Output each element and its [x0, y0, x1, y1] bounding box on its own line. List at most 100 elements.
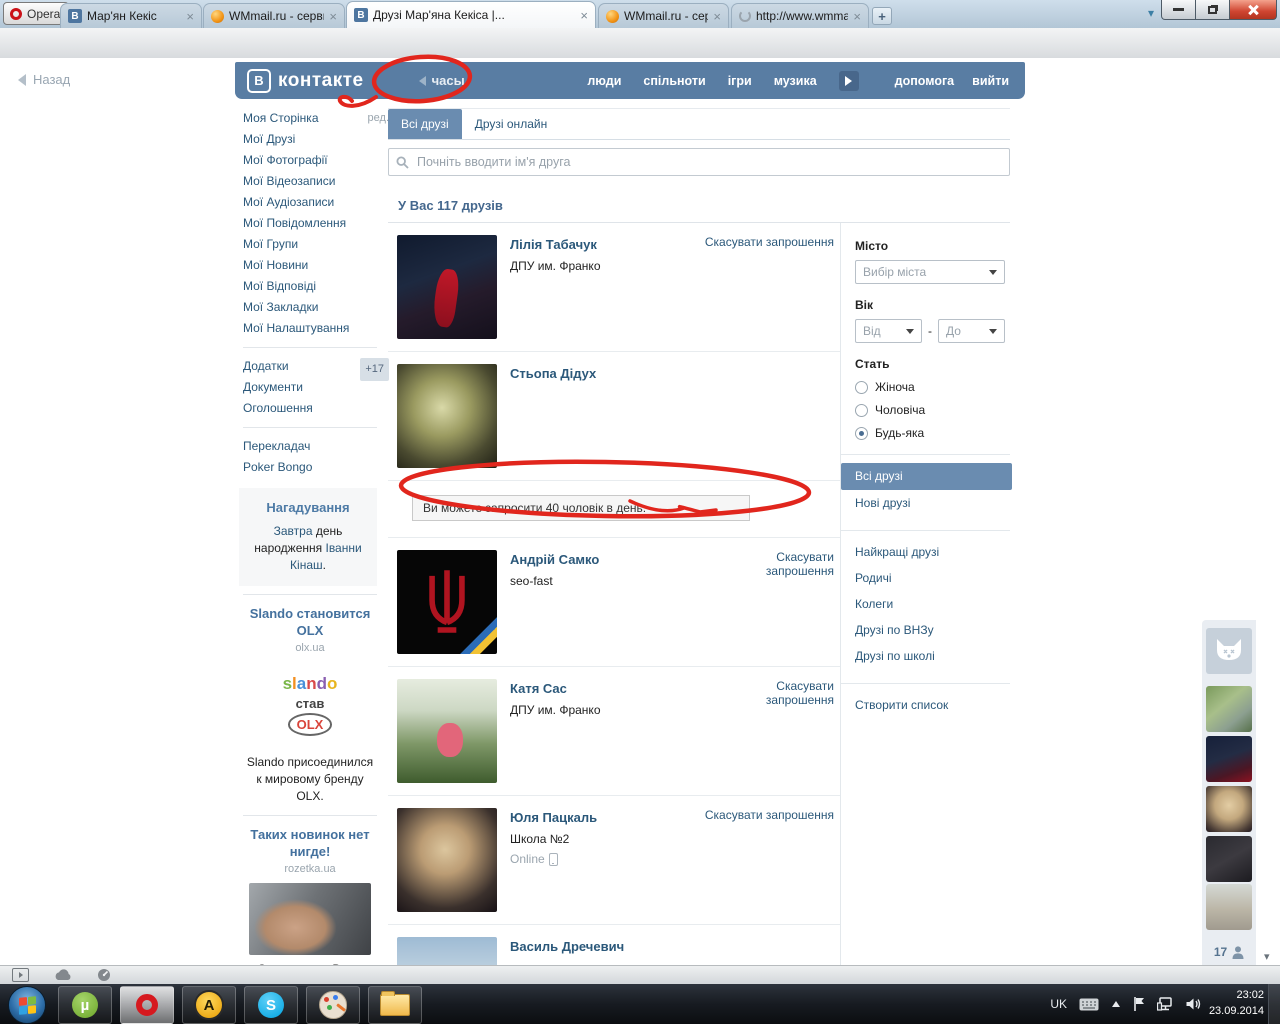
keyboard-icon[interactable]	[1079, 998, 1099, 1011]
friend-name-link[interactable]: Стьопа Дідух	[510, 366, 596, 381]
ad-rozetka[interactable]: Таких новинок нет нигде! rozetka.ua Они …	[243, 826, 377, 965]
list-relatives[interactable]: Родичі	[855, 565, 1010, 591]
friend-name-link[interactable]: Юля Пацкаль	[510, 810, 597, 825]
browser-tab-1[interactable]: B Мар'ян Кекіс ×	[60, 3, 202, 28]
list-school-friends[interactable]: Друзі по школі	[855, 643, 1010, 669]
taskbar-explorer[interactable]	[368, 986, 422, 1024]
nav-games[interactable]: ігри	[728, 74, 752, 88]
menu-my-audio[interactable]: Мої Аудіозаписи	[243, 192, 377, 213]
hidden-icons-arrow[interactable]	[1111, 1000, 1121, 1008]
nav-music[interactable]: музика	[774, 74, 817, 88]
taskbar-paint[interactable]	[306, 986, 360, 1024]
edit-link[interactable]: ред.	[368, 108, 389, 129]
taskbar-aimp[interactable]: A	[182, 986, 236, 1024]
reminder-tomorrow-link[interactable]: Завтра	[274, 524, 313, 538]
ad-title[interactable]: Slando становится OLX	[243, 605, 377, 639]
close-button[interactable]	[1229, 0, 1277, 20]
list-colleagues[interactable]: Колеги	[855, 591, 1010, 617]
taskbar-clock[interactable]: 23:02 23.09.2014	[1209, 987, 1264, 1019]
vk-logo[interactable]: В контакте	[247, 68, 364, 93]
friend-photo[interactable]	[397, 808, 497, 912]
friend-search-box[interactable]	[388, 148, 1010, 176]
radio-icon[interactable]	[855, 380, 868, 394]
gender-option-any[interactable]: Будь-яка	[855, 426, 1010, 440]
online-friend-thumb[interactable]	[1206, 736, 1252, 782]
list-best-friends[interactable]: Найкращі друзі	[855, 539, 1010, 565]
friend-name-link[interactable]: Андрій Самко	[510, 552, 599, 567]
create-list-link[interactable]: Створити список	[855, 692, 1010, 718]
header-back-item[interactable]: часы	[418, 73, 465, 88]
friend-photo[interactable]	[397, 937, 497, 965]
action-center-flag-icon[interactable]	[1133, 997, 1145, 1011]
minimize-button[interactable]	[1161, 0, 1196, 20]
friend-photo[interactable]	[397, 364, 497, 468]
age-from-select[interactable]: Від	[855, 319, 922, 343]
menu-my-friends[interactable]: Мої Друзі	[243, 129, 377, 150]
menu-my-messages[interactable]: Мої Повідомлення	[243, 213, 377, 234]
tab-close-icon[interactable]: ×	[329, 10, 337, 23]
taskbar-skype[interactable]: S	[244, 986, 298, 1024]
taskbar-utorrent[interactable]: µ	[58, 986, 112, 1024]
nav-more-button[interactable]	[838, 70, 859, 91]
gender-option-male[interactable]: Чоловіча	[855, 403, 1010, 417]
nav-people[interactable]: люди	[587, 74, 621, 88]
menu-my-settings[interactable]: Мої Налаштування	[243, 318, 377, 339]
volume-icon[interactable]	[1186, 997, 1202, 1011]
city-select[interactable]: Вибір міста	[855, 260, 1005, 284]
online-friend-thumb[interactable]	[1206, 836, 1252, 882]
menu-my-photos[interactable]: Мої Фотографії	[243, 150, 377, 171]
list-university-friends[interactable]: Друзі по ВНЗу	[855, 617, 1010, 643]
vk-dog-placeholder[interactable]	[1206, 628, 1252, 674]
list-new-friends[interactable]: Нові друзі	[855, 490, 1010, 516]
cancel-invite-link[interactable]: Скасувати запрошення	[748, 679, 834, 707]
ad-title[interactable]: Таких новинок нет нигде!	[243, 826, 377, 860]
new-tab-button[interactable]: +	[872, 7, 892, 25]
online-friend-thumb[interactable]	[1206, 686, 1252, 732]
menu-my-page[interactable]: Моя Сторінка ред.	[243, 108, 389, 129]
menu-documents[interactable]: Документи	[243, 377, 377, 398]
nav-logout[interactable]: вийти	[972, 74, 1009, 88]
menu-my-news[interactable]: Мої Новини	[243, 255, 377, 276]
nav-help[interactable]: допомога	[895, 74, 954, 88]
menu-my-groups[interactable]: Мої Групи	[243, 234, 377, 255]
friend-name-link[interactable]: Катя Сас	[510, 681, 567, 696]
tab-close-icon[interactable]: ×	[580, 9, 588, 22]
start-button[interactable]	[8, 986, 46, 1024]
menu-poker-bongo[interactable]: Poker Bongo	[243, 457, 377, 478]
browser-tab-4[interactable]: WMmail.ru - сервис п... ×	[598, 3, 729, 28]
browser-tab-3-active[interactable]: B Друзі Мар'яна Кекіса |... ×	[346, 1, 596, 28]
opera-turbo-cloud-icon[interactable]	[53, 969, 73, 981]
ad-rozetka-image[interactable]	[249, 883, 371, 955]
cancel-invite-link[interactable]: Скасувати запрошення	[705, 235, 834, 249]
browser-tab-2[interactable]: WMmail.ru - сервис п... ×	[203, 3, 345, 28]
cancel-invite-link[interactable]: Скасувати запрошення	[748, 550, 834, 578]
menu-my-bookmarks[interactable]: Мої Закладки	[243, 297, 377, 318]
friend-search-input[interactable]	[415, 154, 1002, 170]
page-back-link[interactable]: Назад	[18, 72, 70, 87]
speed-gauge-icon[interactable]	[97, 968, 111, 982]
language-indicator[interactable]: UK	[1050, 997, 1067, 1011]
menu-apps[interactable]: Додатки +17	[243, 356, 389, 381]
friend-name-link[interactable]: Лілія Табачук	[510, 237, 597, 252]
ad-slando[interactable]: Slando становится OLX olx.ua slando став…	[243, 605, 377, 805]
menu-translator[interactable]: Перекладач	[243, 436, 377, 457]
taskbar-opera-active[interactable]	[120, 986, 174, 1024]
online-friend-thumb[interactable]	[1206, 786, 1252, 832]
restore-button[interactable]	[1195, 0, 1230, 20]
browser-tab-5[interactable]: http://www.wmmail.ru... ×	[731, 3, 869, 28]
cancel-invite-link[interactable]: Скасувати запрошення	[705, 808, 834, 822]
friend-photo[interactable]	[397, 679, 497, 783]
friend-photo[interactable]	[397, 550, 497, 654]
gender-option-female[interactable]: Жіноча	[855, 380, 1010, 394]
age-to-select[interactable]: До	[938, 319, 1005, 343]
friend-photo[interactable]	[397, 235, 497, 339]
menu-my-videos[interactable]: Мої Відеозаписи	[243, 171, 377, 192]
radio-icon[interactable]	[855, 403, 868, 417]
list-all-friends[interactable]: Всі друзі	[841, 463, 1012, 490]
tab-list-chevron-icon[interactable]: ▾	[1148, 6, 1154, 20]
ad-slando-image[interactable]: slando став OLX	[247, 662, 373, 748]
tab-all-friends[interactable]: Всі друзі	[388, 109, 462, 139]
radio-selected-icon[interactable]	[855, 426, 868, 440]
tab-friends-online[interactable]: Друзі онлайн	[462, 109, 560, 139]
online-friend-thumb[interactable]	[1206, 884, 1252, 930]
